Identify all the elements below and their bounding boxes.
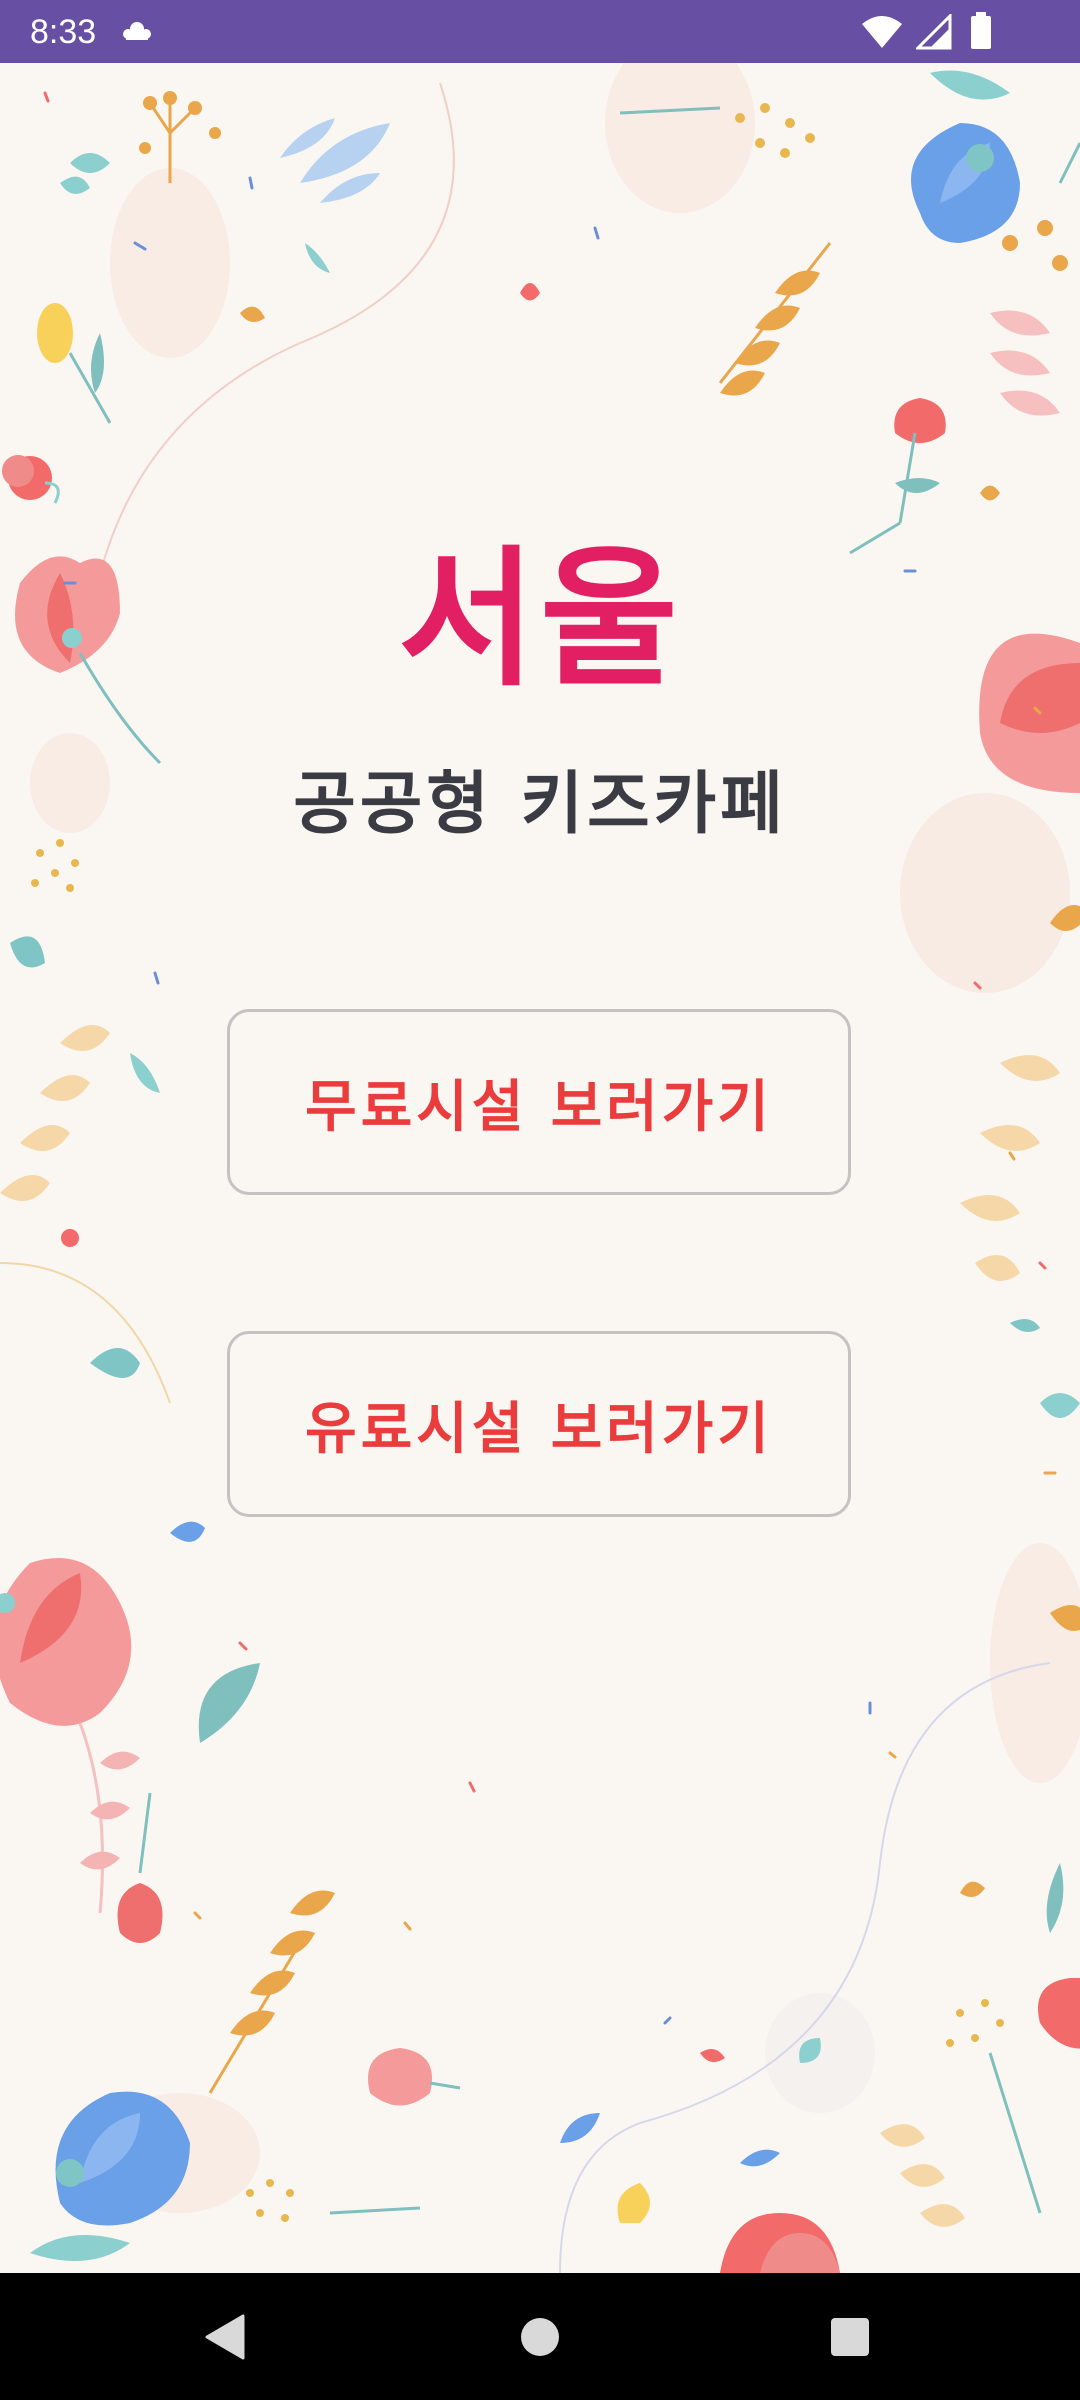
app-screen: 8:33 서울 공공형 키즈카페 무료시설 보러가기 유료시설 보러가기 xyxy=(0,0,1080,2400)
paid-facilities-button[interactable]: 유료시설 보러가기 xyxy=(227,1331,851,1517)
status-icons xyxy=(860,10,1050,54)
app-subtitle: 공공형 키즈카페 xyxy=(293,765,787,844)
app-title: 서울 xyxy=(397,533,682,707)
nav-recents-button[interactable] xyxy=(770,2273,930,2400)
nav-home-button[interactable] xyxy=(460,2273,620,2400)
navigation-bar xyxy=(0,2273,1080,2400)
free-facilities-label: 무료시설 보러가기 xyxy=(305,1074,773,1140)
status-bar: 8:33 xyxy=(0,0,1080,63)
leaf-sprig xyxy=(60,153,110,194)
home-circle-icon xyxy=(521,2317,559,2356)
back-triangle-icon xyxy=(205,2314,245,2359)
recents-square-icon xyxy=(831,2317,869,2356)
nav-back-button[interactable] xyxy=(145,2273,305,2400)
status-time: 8:33 xyxy=(30,13,97,51)
paid-facilities-label: 유료시설 보러가기 xyxy=(305,1396,773,1462)
cloud-notification-icon xyxy=(120,18,154,48)
free-facilities-button[interactable]: 무료시설 보러가기 xyxy=(227,1009,851,1195)
